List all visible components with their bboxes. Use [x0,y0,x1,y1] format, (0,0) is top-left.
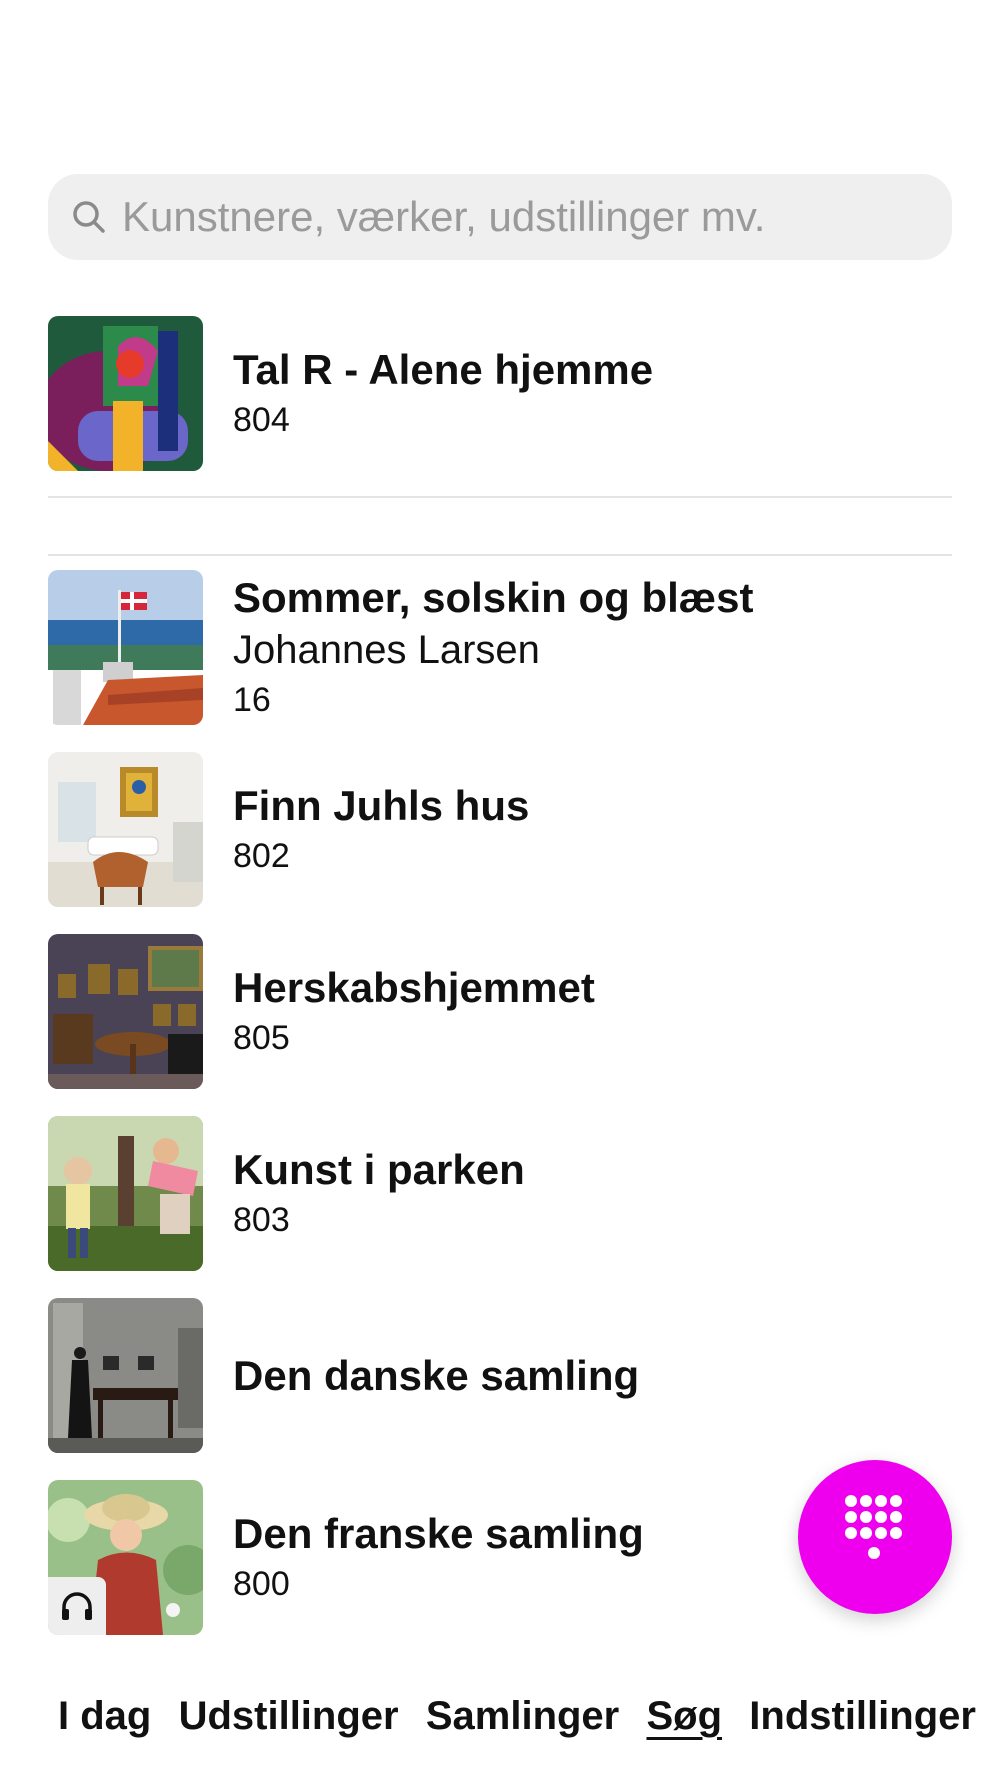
item-thumbnail [48,1480,203,1635]
divider [48,496,952,498]
list-item[interactable]: Den danske samling [48,1298,952,1453]
audio-badge [48,1577,106,1635]
keypad-button[interactable] [798,1460,952,1614]
divider [48,554,952,556]
list-item[interactable]: Kunst i parken 803 [48,1116,952,1271]
list-item[interactable]: Finn Juhls hus 802 [48,752,952,907]
tab-collections[interactable]: Samlinger [426,1694,619,1739]
featured-exhibition-row[interactable]: Tal R - Alene hjemme 804 [48,316,952,471]
featured-number: 804 [233,400,290,439]
list-item[interactable]: Herskabshjemmet 805 [48,934,952,1089]
item-thumbnail [48,570,203,725]
headphones-icon [60,1591,94,1621]
search-bar[interactable] [48,174,952,260]
item-thumbnail [48,934,203,1089]
keypad-icon [845,1494,905,1580]
item-number: 802 [233,836,290,875]
item-title: Den danske samling [233,1351,640,1399]
item-title: Kunst i parken [233,1145,525,1193]
tab-today[interactable]: I dag [58,1694,151,1739]
search-icon [72,200,106,234]
item-number: 805 [233,1018,290,1057]
item-title: Den franske samling [233,1509,644,1557]
item-thumbnail [48,1298,203,1453]
tab-settings[interactable]: Indstillinger [749,1694,976,1739]
bottom-tab-bar: I dag Udstillinger Samlinger Søg Indstil… [0,1680,1000,1752]
item-title: Finn Juhls hus [233,781,530,829]
item-thumbnail [48,1116,203,1271]
item-number: 800 [233,1564,290,1603]
featured-thumbnail [48,316,203,471]
item-artist: Johannes Larsen [233,627,540,672]
item-number: 16 [233,680,271,719]
item-number: 803 [233,1200,290,1239]
tab-search[interactable]: Søg [646,1694,722,1739]
featured-title: Tal R - Alene hjemme [233,345,654,393]
tab-exhibitions[interactable]: Udstillinger [179,1694,399,1739]
item-thumbnail [48,752,203,907]
item-title: Sommer, solskin og blæst [233,573,754,621]
item-title: Herskabshjemmet [233,963,595,1011]
list-item[interactable]: Sommer, solskin og blæst Johannes Larsen… [48,570,952,725]
search-input[interactable] [120,192,952,242]
